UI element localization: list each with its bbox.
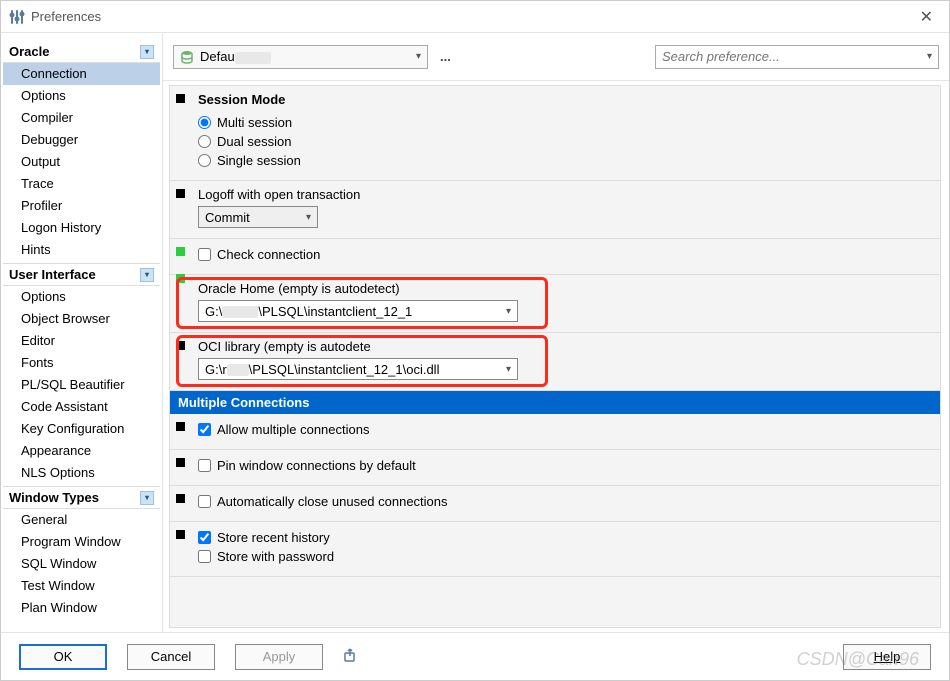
apply-button[interactable]: Apply — [235, 644, 323, 670]
logoff-label: Logoff with open transaction — [198, 187, 930, 202]
store-password-checkbox[interactable]: Store with password — [198, 547, 930, 566]
session-mode-group: Session Mode Multi session Dual session … — [170, 86, 940, 181]
check-connection-checkbox[interactable]: Check connection — [198, 245, 930, 264]
sidebar-item-hints[interactable]: Hints — [3, 239, 160, 261]
sidebar-item-appearance[interactable]: Appearance — [3, 440, 160, 462]
sidebar-item-trace[interactable]: Trace — [3, 173, 160, 195]
sidebar-item-nls-options[interactable]: NLS Options — [3, 462, 160, 484]
sidebar-item-editor[interactable]: Editor — [3, 330, 160, 352]
sidebar-item-fonts[interactable]: Fonts — [3, 352, 160, 374]
allow-multiple-checkbox[interactable]: Allow multiple connections — [198, 420, 930, 439]
sidebar-item-debugger[interactable]: Debugger — [3, 129, 160, 151]
radio-multi-session[interactable]: Multi session — [198, 113, 930, 132]
sidebar: Oracle▾ConnectionOptionsCompilerDebugger… — [1, 33, 163, 632]
radio-dual-session[interactable]: Dual session — [198, 132, 930, 151]
sidebar-item-code-assistant[interactable]: Code Assistant — [3, 396, 160, 418]
sidebar-item-sql-window[interactable]: SQL Window — [3, 553, 160, 575]
sidebar-item-plan-window[interactable]: Plan Window — [3, 597, 160, 619]
window-title: Preferences — [31, 9, 101, 24]
toolbar: Defau ▾ ... ▾ — [163, 33, 949, 81]
category-label: Window Types — [9, 490, 140, 505]
database-icon — [180, 50, 194, 64]
category-label: Oracle — [9, 44, 140, 59]
multiple-connections-heading: Multiple Connections — [170, 391, 940, 414]
collapse-icon[interactable]: ▾ — [140, 268, 154, 282]
cancel-button[interactable]: Cancel — [127, 644, 215, 670]
category-label: User Interface — [9, 267, 140, 282]
search-combo[interactable]: ▾ — [655, 45, 939, 69]
category-header[interactable]: Oracle▾ — [3, 41, 160, 63]
sidebar-item-logon-history[interactable]: Logon History — [3, 217, 160, 239]
oracle-home-label: Oracle Home (empty is autodetect) — [198, 281, 930, 296]
session-mode-heading: Session Mode — [198, 92, 930, 107]
help-button[interactable]: Help — [843, 644, 931, 670]
sidebar-item-output[interactable]: Output — [3, 151, 160, 173]
settings-pane: Session Mode Multi session Dual session … — [169, 85, 941, 628]
radio-single-session[interactable]: Single session — [198, 151, 930, 170]
sidebar-item-pl-sql-beautifier[interactable]: PL/SQL Beautifier — [3, 374, 160, 396]
auto-close-group: Automatically close unused connections — [170, 486, 940, 522]
sidebar-item-test-window[interactable]: Test Window — [3, 575, 160, 597]
pin-window-group: Pin window connections by default — [170, 450, 940, 486]
titlebar: Preferences ✕ — [1, 1, 949, 33]
chevron-down-icon: ▾ — [416, 51, 421, 62]
sidebar-item-object-browser[interactable]: Object Browser — [3, 308, 160, 330]
oci-library-group: OCI library (empty is autodete G:\r\PLSQ… — [170, 333, 940, 391]
oci-library-label: OCI library (empty is autodete — [198, 339, 930, 354]
footer: OK Cancel Apply Help CSDN@Can96 — [1, 632, 949, 680]
check-connection-group: Check connection — [170, 239, 940, 275]
preferences-icon — [9, 9, 25, 25]
logoff-select[interactable]: Commit ▾ — [198, 206, 318, 228]
chevron-down-icon: ▾ — [506, 306, 511, 317]
export-icon[interactable] — [343, 647, 359, 666]
oracle-home-group: Oracle Home (empty is autodetect) G:\\PL… — [170, 275, 940, 333]
store-recent-checkbox[interactable]: Store recent history — [198, 528, 930, 547]
chevron-down-icon: ▾ — [927, 51, 932, 62]
chevron-down-icon: ▾ — [306, 212, 311, 223]
category-header[interactable]: Window Types▾ — [3, 486, 160, 509]
collapse-icon[interactable]: ▾ — [140, 45, 154, 59]
sidebar-item-profiler[interactable]: Profiler — [3, 195, 160, 217]
sidebar-item-options[interactable]: Options — [3, 85, 160, 107]
category-header[interactable]: User Interface▾ — [3, 263, 160, 286]
sidebar-item-connection[interactable]: Connection — [3, 63, 160, 85]
search-input[interactable] — [662, 49, 927, 64]
oracle-home-input[interactable]: G:\\PLSQL\instantclient_12_1 ▾ — [198, 300, 518, 322]
close-icon[interactable]: ✕ — [912, 3, 941, 31]
oci-library-input[interactable]: G:\r\PLSQL\instantclient_12_1\oci.dll ▾ — [198, 358, 518, 380]
scope-combo-text: Defau — [200, 49, 410, 64]
store-history-group: Store recent history Store with password — [170, 522, 940, 577]
logoff-group: Logoff with open transaction Commit ▾ — [170, 181, 940, 239]
pin-window-checkbox[interactable]: Pin window connections by default — [198, 456, 930, 475]
sidebar-item-program-window[interactable]: Program Window — [3, 531, 160, 553]
collapse-icon[interactable]: ▾ — [140, 491, 154, 505]
sidebar-item-compiler[interactable]: Compiler — [3, 107, 160, 129]
allow-multiple-group: Allow multiple connections — [170, 414, 940, 450]
scope-combo[interactable]: Defau ▾ — [173, 45, 428, 69]
auto-close-checkbox[interactable]: Automatically close unused connections — [198, 492, 930, 511]
sidebar-item-key-configuration[interactable]: Key Configuration — [3, 418, 160, 440]
more-button[interactable]: ... — [436, 49, 455, 64]
ok-button[interactable]: OK — [19, 644, 107, 670]
sidebar-item-general[interactable]: General — [3, 509, 160, 531]
sidebar-item-options[interactable]: Options — [3, 286, 160, 308]
chevron-down-icon: ▾ — [506, 364, 511, 375]
